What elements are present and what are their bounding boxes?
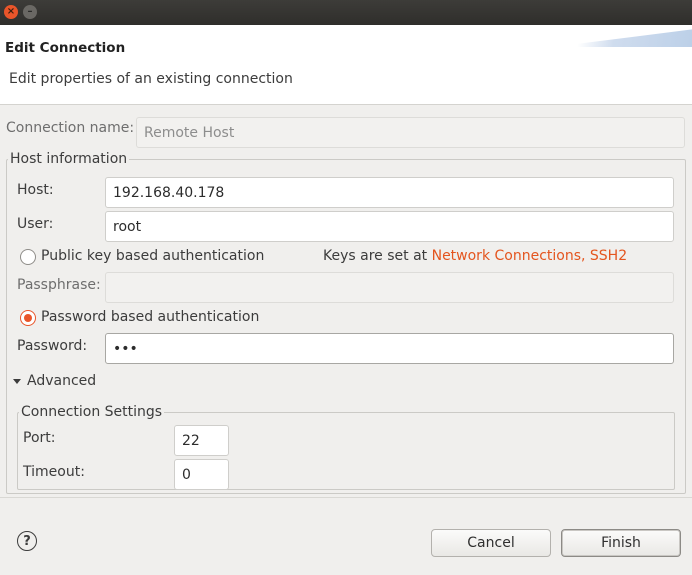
password-value: ••• (113, 340, 138, 357)
port-input[interactable]: 22 (174, 425, 229, 456)
cancel-button-label: Cancel (467, 535, 515, 551)
host-label: Host: (17, 182, 54, 198)
finish-button-label: Finish (601, 535, 641, 551)
advanced-expander[interactable]: Advanced (12, 373, 96, 389)
window-titlebar (0, 0, 692, 25)
password-input[interactable]: ••• (105, 333, 674, 364)
cancel-button[interactable]: Cancel (431, 529, 551, 557)
network-connections-ssh2-link[interactable]: Network Connections, SSH2 (432, 248, 628, 264)
port-value: 22 (182, 432, 200, 449)
connection-name-label: Connection name: (6, 120, 135, 136)
public-key-auth-radio[interactable] (20, 249, 36, 265)
keys-note: Keys are set at Network Connections, SSH… (323, 248, 627, 264)
keys-note-text: Keys are set at (323, 248, 432, 264)
password-auth-label[interactable]: Password based authentication (41, 309, 259, 325)
password-auth-radio[interactable] (20, 310, 36, 326)
passphrase-input (105, 272, 674, 303)
timeout-input[interactable]: 0 (174, 459, 229, 490)
host-input[interactable]: 192.168.40.178 (105, 177, 674, 208)
help-button[interactable]: ? (17, 531, 37, 551)
dialog-title: Edit Connection (5, 40, 126, 56)
user-label: User: (17, 216, 54, 232)
timeout-label: Timeout: (23, 464, 85, 480)
help-icon: ? (23, 533, 31, 549)
connection-settings-title: Connection Settings (19, 404, 165, 420)
close-icon: × (6, 6, 16, 17)
triangle-down-icon (13, 379, 21, 384)
user-value: root (113, 218, 142, 235)
advanced-label: Advanced (27, 373, 97, 389)
public-key-auth-label[interactable]: Public key based authentication (41, 248, 264, 264)
password-label: Password: (17, 338, 88, 354)
minimize-icon: – (27, 6, 33, 17)
connection-name-field: Remote Host (136, 117, 685, 148)
footer-divider (0, 497, 692, 498)
window-close-button[interactable]: × (4, 5, 18, 19)
connection-name-value: Remote Host (144, 124, 235, 141)
dialog-header (0, 25, 692, 105)
host-value: 192.168.40.178 (113, 184, 225, 201)
connection-settings-group (17, 412, 675, 490)
passphrase-label: Passphrase: (17, 277, 101, 293)
timeout-value: 0 (182, 466, 191, 483)
port-label: Port: (23, 430, 56, 446)
user-input[interactable]: root (105, 211, 674, 242)
finish-button[interactable]: Finish (561, 529, 681, 557)
window-minimize-button[interactable]: – (23, 5, 37, 19)
dialog-description: Edit properties of an existing connectio… (9, 71, 293, 87)
host-information-title: Host information (8, 151, 130, 167)
